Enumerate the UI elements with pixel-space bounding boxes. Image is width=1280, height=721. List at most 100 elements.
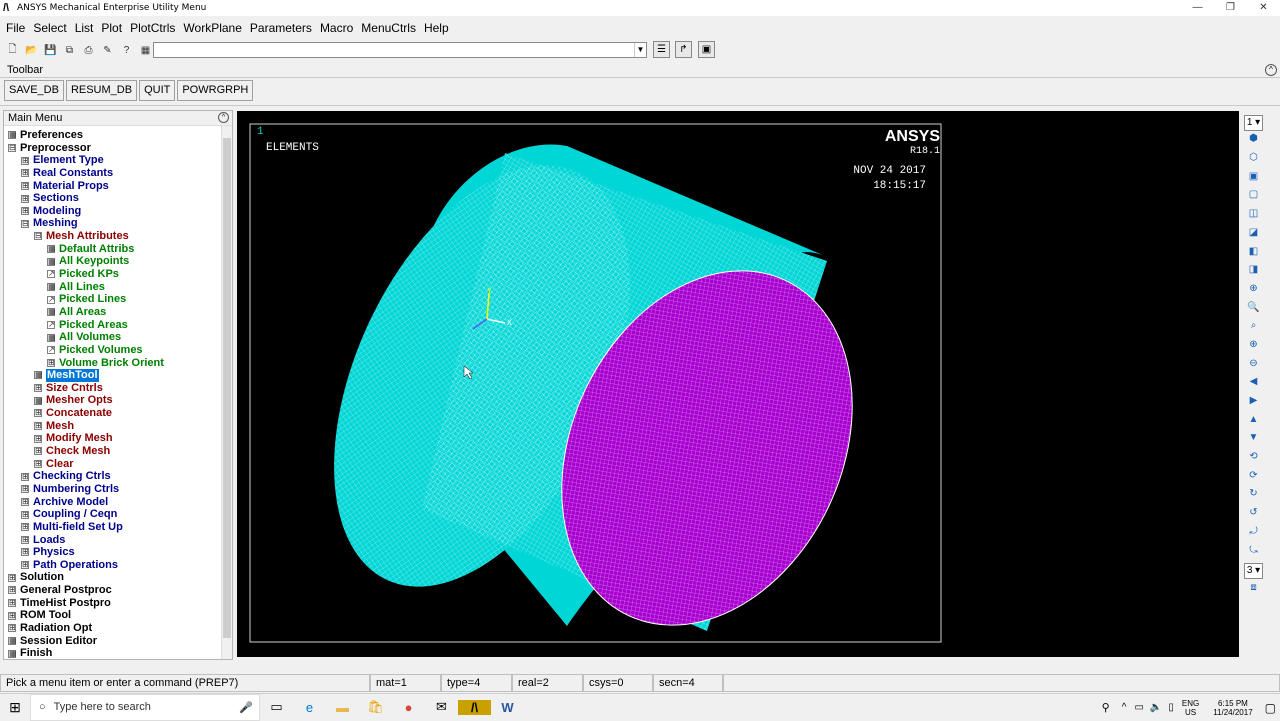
notifications-icon[interactable]: ▢ xyxy=(1265,701,1276,715)
menu-tree-item[interactable]: ⊞ TimeHist Postpro xyxy=(4,597,222,610)
edge-browser-icon[interactable]: e xyxy=(293,700,326,715)
dialog-icon[interactable]: ▦ xyxy=(8,649,17,658)
ansys-taskbar-icon[interactable]: /\ xyxy=(458,699,491,715)
menu-tree-item[interactable]: ⊞ Path Operations xyxy=(4,559,222,572)
menu-tree-item[interactable]: ⊞ Modeling xyxy=(4,205,222,218)
pan-left-icon[interactable]: ◀ xyxy=(1244,376,1263,392)
network-icon[interactable]: ▭ xyxy=(1134,702,1143,713)
collapse-icon[interactable]: ⊟ xyxy=(34,232,42,241)
expand-icon[interactable]: ⊞ xyxy=(8,586,16,595)
menu-tree-item[interactable]: ⊞ Element Type xyxy=(4,154,222,167)
menu-tree-item[interactable]: ⊞ Concatenate xyxy=(4,407,222,420)
menu-tree-item[interactable]: ▦ All Keypoints xyxy=(4,255,222,268)
left-view-icon[interactable]: ◧ xyxy=(1244,246,1263,262)
pan-up-icon[interactable]: ▲ xyxy=(1244,414,1263,430)
open-folder-icon[interactable]: 📂 xyxy=(23,42,40,59)
menu-tree-item[interactable]: ▦ Session Editor xyxy=(4,635,222,648)
command-prompt-icon[interactable]: ▦ xyxy=(137,42,154,59)
menu-tree-item[interactable]: ⊞ Radiation Opt xyxy=(4,622,222,635)
expand-icon[interactable]: ⊞ xyxy=(21,510,29,519)
microphone-icon[interactable]: 🎤 xyxy=(239,701,253,714)
zoom-out-icon[interactable]: ⊖ xyxy=(1244,358,1263,374)
window-select[interactable]: 1 ▾ xyxy=(1244,114,1263,131)
save-icon[interactable]: 💾 xyxy=(42,42,59,59)
menu-tree-item[interactable]: ⊞ Check Mesh xyxy=(4,445,222,458)
zoom-icon[interactable]: 🔍 xyxy=(1244,302,1263,318)
back-view-icon[interactable]: ▢ xyxy=(1244,189,1263,205)
pick-icon[interactable]: ↗ xyxy=(47,295,55,304)
menu-parameters[interactable]: Parameters xyxy=(250,21,312,35)
menu-tree-item[interactable]: ⊞ Modify Mesh xyxy=(4,432,222,445)
toolbar-collapse-icon[interactable]: ^ xyxy=(1265,64,1277,76)
save-db-button[interactable]: SAVE_DB xyxy=(4,80,64,101)
expand-icon[interactable]: ⊞ xyxy=(21,523,29,532)
new-file-icon[interactable]: 🗋 xyxy=(4,42,21,59)
language-indicator[interactable]: ENG US xyxy=(1182,699,1199,717)
reset-picking-icon[interactable]: ▣ xyxy=(698,41,715,58)
expand-icon[interactable]: ⊞ xyxy=(21,535,29,544)
menu-tree-item[interactable]: ⊞ Checking Ctrls xyxy=(4,470,222,483)
menu-list[interactable]: List xyxy=(75,21,94,35)
expand-icon[interactable]: ⊞ xyxy=(21,194,29,203)
menu-menuctrls[interactable]: MenuCtrls xyxy=(361,21,416,35)
menu-tree-item[interactable]: ▦ Default Attribs xyxy=(4,243,222,256)
expand-icon[interactable]: ⊞ xyxy=(21,548,29,557)
menu-tree-item[interactable]: ⊞ Solution xyxy=(4,571,222,584)
expand-icon[interactable]: ⊞ xyxy=(34,409,42,418)
menu-tree-item[interactable]: ⊟ Meshing xyxy=(4,217,222,230)
front-view-icon[interactable]: ▣ xyxy=(1244,171,1263,187)
menu-tree-item[interactable]: ⊞ Physics xyxy=(4,546,222,559)
menu-tree-item[interactable]: ⊞ Size Cntrls xyxy=(4,382,222,395)
pan-right-icon[interactable]: ▶ xyxy=(1244,395,1263,411)
dialog-icon[interactable]: ▦ xyxy=(47,283,56,291)
menu-select[interactable]: Select xyxy=(33,21,66,35)
menu-plotctrls[interactable]: PlotCtrls xyxy=(130,21,175,35)
help-icon[interactable]: ? xyxy=(118,42,135,59)
pan-down-icon[interactable]: ▼ xyxy=(1244,432,1263,448)
dialog-icon[interactable]: ▦ xyxy=(47,257,56,266)
collapse-icon[interactable]: ⊟ xyxy=(21,219,29,228)
menu-macro[interactable]: Macro xyxy=(320,21,353,35)
people-icon[interactable]: ⚲ xyxy=(1102,701,1110,714)
view-step-select[interactable]: 3 ▾ xyxy=(1244,563,1263,580)
print-icon[interactable]: ⎙ xyxy=(80,42,97,59)
menu-tree-item[interactable]: ⊞ General Postproc xyxy=(4,584,222,597)
menu-tree-item[interactable]: ⊟ Preprocessor xyxy=(4,142,222,155)
file-explorer-icon[interactable]: ▬ xyxy=(326,700,359,715)
menu-tree-item[interactable]: ⊞ Archive Model xyxy=(4,496,222,509)
dialog-icon[interactable]: ▦ xyxy=(34,371,43,380)
collapse-icon[interactable]: ⊟ xyxy=(8,143,16,152)
expand-icon[interactable]: ⊞ xyxy=(21,472,29,481)
clock[interactable]: 6:15 PM 11/24/2017 xyxy=(1213,699,1252,717)
top-view-icon[interactable]: ◫ xyxy=(1244,208,1263,224)
battery-icon[interactable]: ▯ xyxy=(1168,702,1174,713)
chrome-icon[interactable]: ● xyxy=(392,700,425,715)
menu-tree-item[interactable]: ⊞ Multi-field Set Up xyxy=(4,521,222,534)
expand-icon[interactable]: ⊞ xyxy=(8,624,16,633)
menu-workplane[interactable]: WorkPlane xyxy=(183,21,241,35)
dialog-icon[interactable]: ▦ xyxy=(47,245,56,254)
menu-file[interactable]: File xyxy=(6,21,25,35)
command-history-icon[interactable]: ☰ xyxy=(653,41,670,58)
rotate-x-icon[interactable]: ⟲ xyxy=(1244,451,1263,467)
quit-button[interactable]: QUIT xyxy=(139,80,176,101)
menu-tree-item[interactable]: ⊞ Loads xyxy=(4,534,222,547)
main-menu-scrollbar[interactable] xyxy=(221,126,232,659)
store-icon[interactable]: 🛍 xyxy=(359,699,392,715)
isometric-view-icon[interactable]: ⬢ xyxy=(1244,133,1263,149)
pan-zoom-rotate-icon[interactable]: ⧉ xyxy=(61,42,78,59)
expand-icon[interactable]: ⊞ xyxy=(21,181,29,190)
menu-tree-item[interactable]: ⊞ Volume Brick Orient xyxy=(4,357,222,370)
dialog-icon[interactable]: ▦ xyxy=(47,308,56,317)
menu-tree-item[interactable]: ▦ MeshTool xyxy=(4,369,222,382)
expand-icon[interactable]: ⊞ xyxy=(34,434,42,443)
menu-tree-item[interactable]: ▦ All Areas xyxy=(4,306,222,319)
resume-db-button[interactable]: RESUM_DB xyxy=(65,80,138,101)
menu-tree-item[interactable]: ⊞ Coupling / Ceqn xyxy=(4,508,222,521)
menu-tree-item[interactable]: ▦ All Lines xyxy=(4,281,222,294)
word-icon[interactable]: W xyxy=(491,700,524,715)
expand-icon[interactable]: ⊞ xyxy=(34,459,42,468)
menu-tree-item[interactable]: ⊞ Mesh xyxy=(4,420,222,433)
menu-tree-item[interactable]: ▦ Preferences xyxy=(4,129,222,142)
dialog-icon[interactable]: ▦ xyxy=(34,396,43,405)
